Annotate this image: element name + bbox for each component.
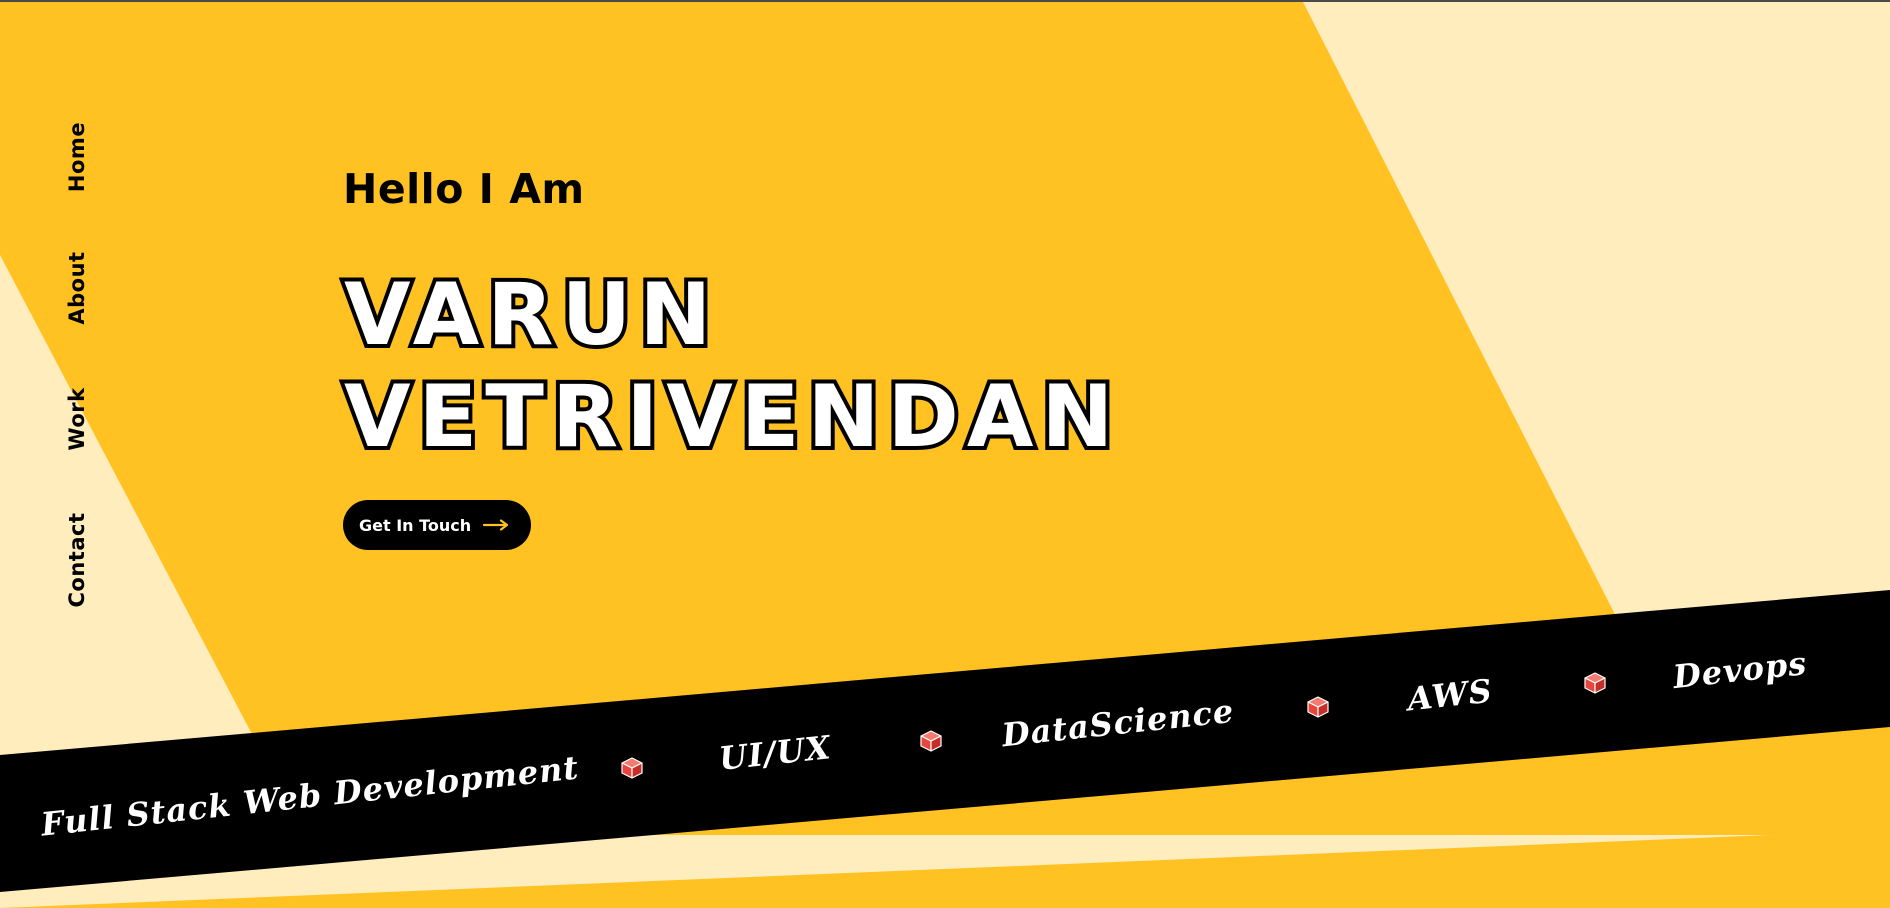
skill-item: Full Stack Web Development — [39, 748, 581, 844]
cube-icon — [920, 730, 942, 752]
page: Home About Work Contact Hello I Am VARUN… — [0, 0, 1890, 908]
skill-item: DataScience — [1000, 691, 1236, 755]
skill-item: UI/UX — [717, 728, 833, 778]
skills-list: Full Stack Web Development UI/UX DataSci… — [0, 0, 1890, 908]
cube-icon — [1307, 696, 1329, 718]
skill-item: AWS — [1405, 671, 1495, 719]
cube-icon — [621, 757, 643, 779]
cube-icon — [1584, 672, 1606, 694]
skill-item: Devops — [1671, 643, 1809, 697]
